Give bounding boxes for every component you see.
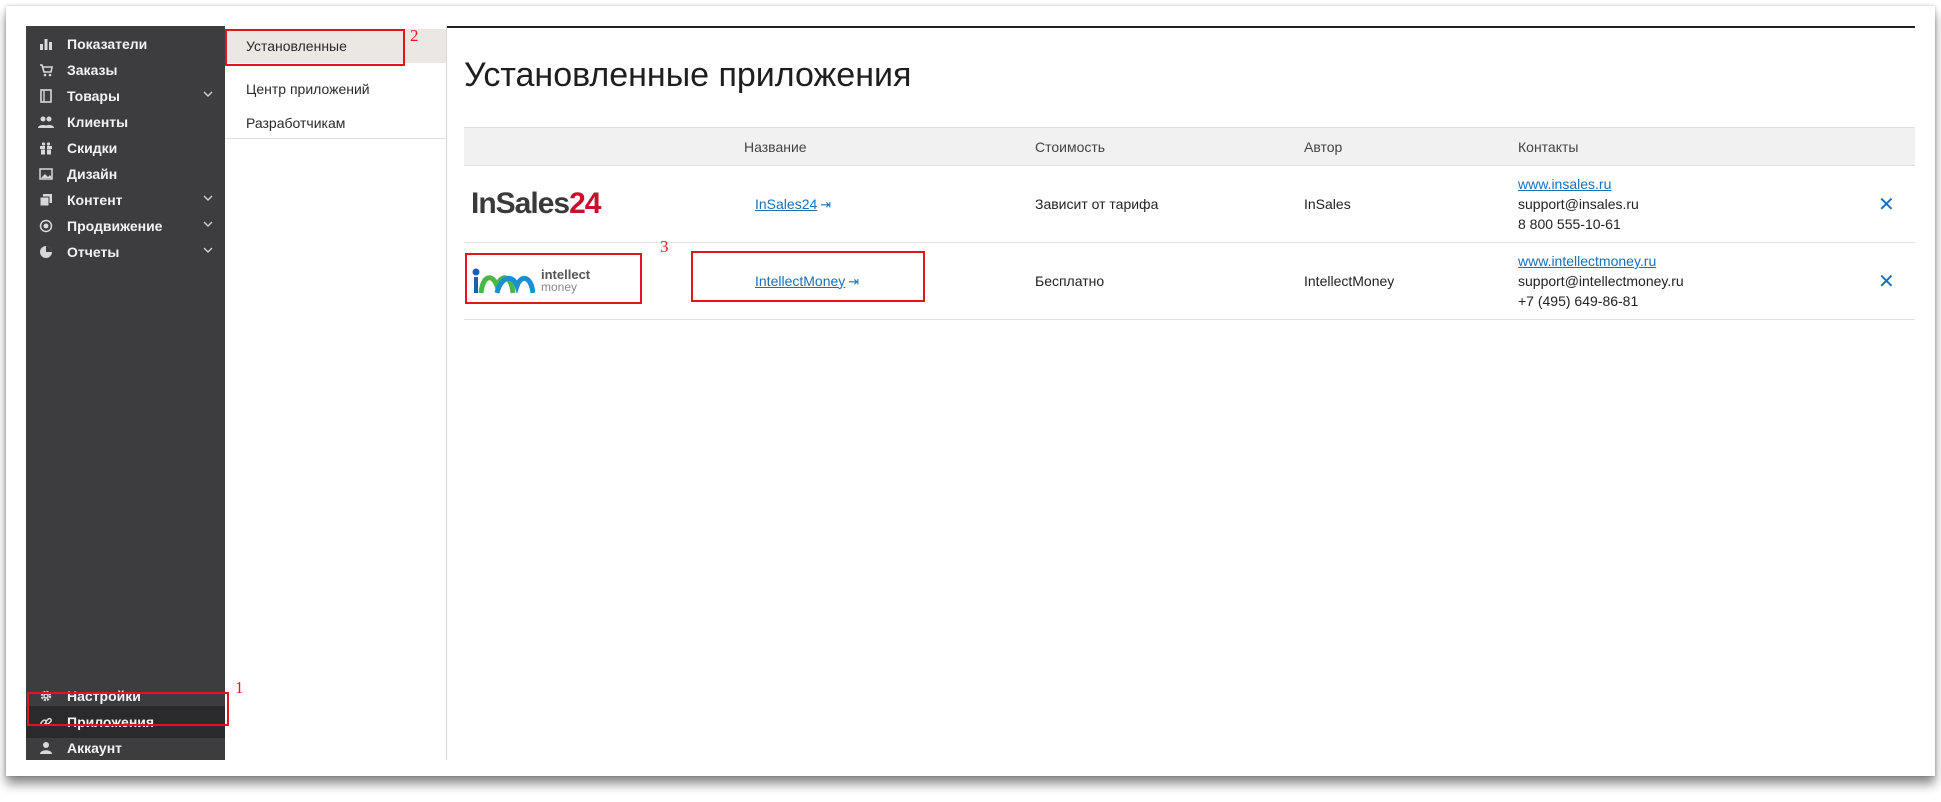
contact-email: support@intellectmoney.ru [1518, 273, 1684, 289]
cart-icon [38, 62, 54, 78]
contact-email: support@insales.ru [1518, 196, 1639, 212]
pie-chart-icon [38, 244, 54, 260]
sidebar-item-label: Продвижение [67, 218, 163, 234]
app-contacts: www.intellectmoney.ru support@intellectm… [1518, 242, 1878, 320]
column-header-cost: Стоимость [1035, 127, 1304, 166]
remove-app-icon[interactable]: ✕ [1878, 271, 1895, 293]
sidebar-item-label: Отчеты [67, 244, 120, 260]
app-author: IntellectMoney [1304, 242, 1518, 320]
contact-site-link[interactable]: www.intellectmoney.ru [1518, 253, 1656, 269]
app-name-link[interactable]: InSales24 [755, 196, 817, 212]
sign-in-icon[interactable]: ⇥ [820, 197, 831, 212]
screenshot-frame: Показатели Заказы Товары Клиенты Скидки … [6, 6, 1935, 776]
target-icon [38, 218, 54, 234]
annotation-number: 2 [410, 26, 419, 45]
page-title: Установленные приложения [464, 56, 912, 94]
submenu-item-app-center[interactable]: Центр приложений [225, 72, 446, 106]
table-row: InSales24 InSales24 ⇥ Зависит от тарифа I… [464, 165, 1915, 243]
app-cost: Зависит от тарифа [1035, 165, 1304, 243]
contact-phone: +7 (495) 649-86-81 [1518, 293, 1639, 309]
column-header-author: Автор [1304, 127, 1518, 166]
sidebar-item-reports[interactable]: Отчеты [26, 236, 225, 268]
app-actions: ✕ [1878, 165, 1915, 243]
submenu-item-label: Разработчикам [246, 115, 346, 131]
insales24-logo: InSales24 [471, 187, 601, 220]
annotation-box-apps [27, 692, 229, 726]
user-icon [38, 740, 54, 756]
admin-app: Показатели Заказы Товары Клиенты Скидки … [26, 26, 1915, 760]
annotation-box-logo [465, 253, 642, 304]
column-header-contacts: Контакты [1518, 127, 1878, 166]
column-header-name: Название [744, 127, 1035, 166]
sidebar-item-label: Контент [67, 192, 123, 208]
installed-apps-table: Название Стоимость Автор Контакты InSale… [464, 127, 1915, 320]
sidebar-item-label: Заказы [67, 62, 118, 78]
app-name-cell: InSales24 ⇥ [744, 165, 1035, 243]
annotation-box-installed [225, 29, 405, 66]
chevron-down-icon[interactable] [203, 193, 214, 204]
image-icon [38, 166, 54, 182]
chevron-down-icon[interactable] [203, 219, 214, 230]
sidebar-item-label: Скидки [67, 140, 118, 156]
main-sidebar: Показатели Заказы Товары Клиенты Скидки … [26, 26, 225, 760]
chevron-down-icon[interactable] [203, 245, 214, 256]
apps-submenu: Установленные Центр приложений Разработч… [225, 26, 447, 760]
sidebar-item-label: Аккаунт [67, 740, 123, 756]
app-actions: ✕ [1878, 242, 1915, 320]
main-content: Установленные приложения Название Стоимо… [447, 26, 1915, 760]
column-header-actions [1878, 127, 1915, 166]
app-contacts: www.insales.ru support@insales.ru 8 800 … [1518, 165, 1878, 243]
sidebar-item-label: Клиенты [67, 114, 129, 130]
annotation-number: 3 [660, 237, 669, 256]
table-row: intellect money IntellectMoney ⇥ Бесплатно… [464, 242, 1915, 320]
app-cost: Бесплатно [1035, 242, 1304, 320]
contact-site-link[interactable]: www.insales.ru [1518, 176, 1611, 192]
sidebar-item-account[interactable]: Аккаунт [26, 732, 225, 764]
top-divider [447, 26, 1915, 28]
submenu-item-label: Центр приложений [246, 81, 370, 97]
sidebar-item-label: Товары [67, 88, 120, 104]
chart-bar-icon [38, 36, 54, 52]
table-header-row: Название Стоимость Автор Контакты [464, 127, 1915, 166]
remove-app-icon[interactable]: ✕ [1878, 194, 1895, 216]
column-header-logo [464, 127, 744, 166]
chevron-down-icon[interactable] [203, 89, 214, 100]
book-icon [38, 88, 54, 104]
app-author: InSales [1304, 165, 1518, 243]
users-icon [38, 114, 54, 130]
gift-icon [38, 140, 54, 156]
app-logo: InSales24 [464, 165, 744, 243]
sidebar-item-label: Дизайн [67, 166, 118, 182]
contact-phone: 8 800 555-10-61 [1518, 216, 1621, 232]
annotation-number: 1 [235, 678, 244, 697]
pages-icon [38, 192, 54, 208]
submenu-item-developers[interactable]: Разработчикам [225, 106, 446, 140]
annotation-box-name [691, 251, 925, 302]
sidebar-item-label: Показатели [67, 36, 148, 52]
